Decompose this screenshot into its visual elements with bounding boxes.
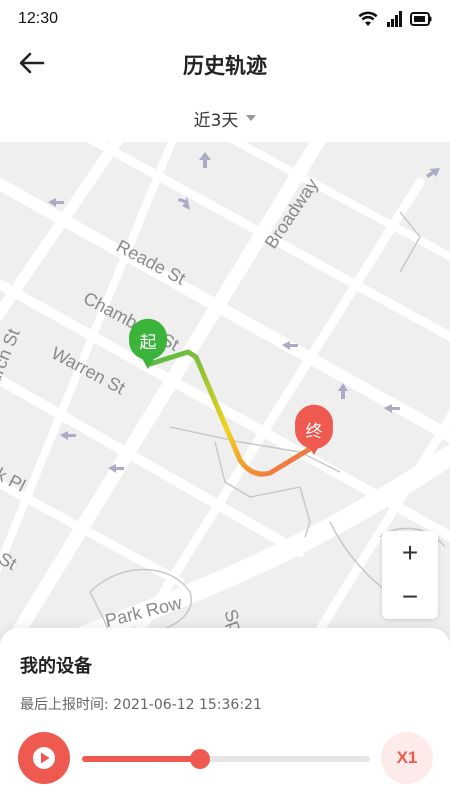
zoom-in-button[interactable]: +: [382, 531, 438, 575]
play-icon: [33, 747, 55, 769]
signal-icon: [387, 11, 402, 27]
footpath: [399, 211, 421, 273]
arrow-marker: [48, 198, 64, 207]
play-button[interactable]: [18, 732, 70, 784]
date-range-label: 近3天: [193, 110, 239, 131]
playback-slider[interactable]: [82, 749, 370, 769]
last-report-time: 最后上报时间: 2021-06-12 15:36:21: [20, 697, 262, 713]
playback-panel: 我的设备 最后上报时间: 2021-06-12 15:36:21 X1: [0, 628, 450, 800]
arrow-marker: [178, 196, 190, 210]
road: [115, 177, 425, 662]
end-marker-label: 终: [306, 422, 323, 442]
arrow-marker: [338, 383, 348, 399]
slider-fill: [82, 756, 201, 762]
device-name: 我的设备: [20, 656, 92, 677]
status-bar: 12:30: [0, 0, 450, 40]
battery-icon: [410, 12, 432, 26]
status-time: 12:30: [18, 10, 59, 27]
zoom-out-button[interactable]: −: [382, 575, 438, 619]
arrow-marker: [60, 431, 76, 440]
arrow-marker: [199, 152, 211, 168]
status-icons: [358, 11, 432, 27]
date-range-dropdown[interactable]: 近3天: [0, 98, 450, 138]
speed-button[interactable]: X1: [381, 732, 433, 784]
nav-bar: 历史轨迹: [0, 40, 450, 86]
caret-down-icon: [246, 115, 257, 121]
arrow-marker: [426, 168, 440, 178]
zoom-control: + −: [382, 531, 438, 619]
start-marker-label: 起: [140, 333, 157, 353]
slider-thumb[interactable]: [190, 749, 211, 769]
wifi-icon: [358, 11, 378, 26]
page-title: 历史轨迹: [183, 54, 267, 78]
